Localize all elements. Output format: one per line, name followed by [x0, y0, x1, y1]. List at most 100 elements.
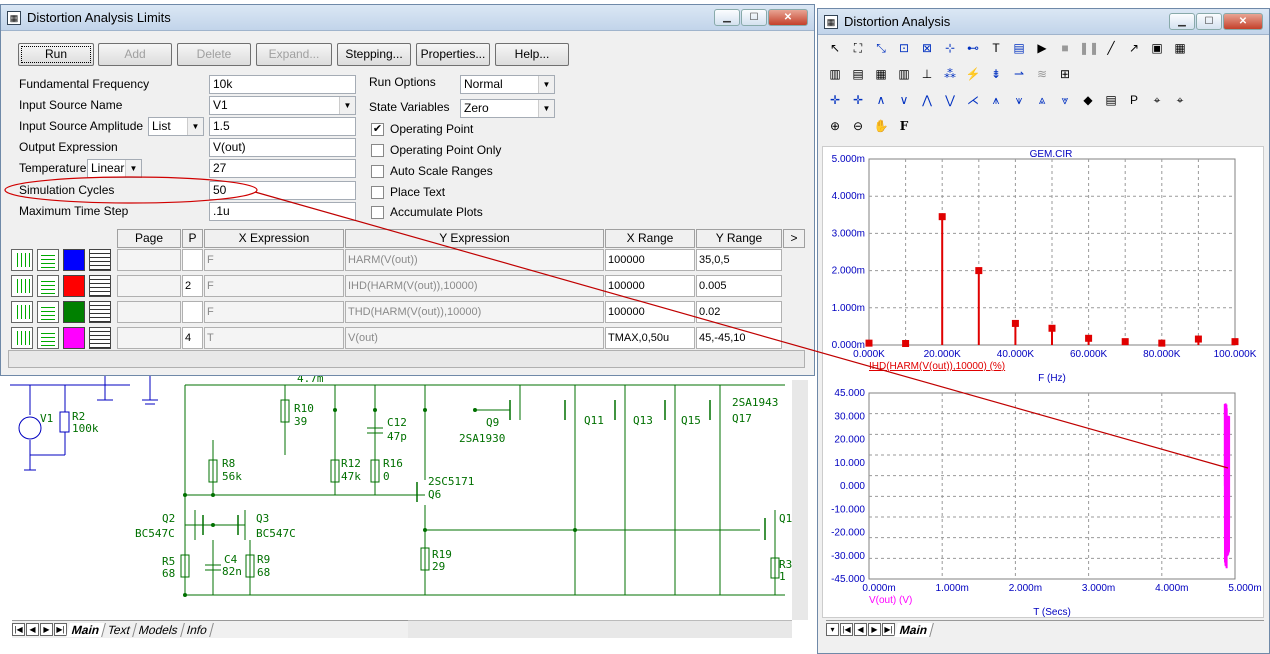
- check-place-text[interactable]: Place Text: [371, 185, 445, 199]
- schematic-horizontal-scrollbar[interactable]: [408, 620, 792, 638]
- line-icon[interactable]: ╱: [1102, 39, 1120, 57]
- p-label-icon[interactable]: P: [1125, 91, 1143, 109]
- vertical-lines-icon[interactable]: [11, 327, 33, 349]
- tag-icon[interactable]: ⊠: [918, 39, 936, 57]
- col-x-expression[interactable]: X Expression: [204, 229, 344, 248]
- limits-titlebar[interactable]: ▦ Distortion Analysis Limits: [1, 5, 814, 31]
- curve-color-swatch[interactable]: [63, 327, 85, 349]
- sim-cycles-field[interactable]: 50: [209, 181, 356, 200]
- global-high-icon[interactable]: ⩚: [987, 91, 1005, 109]
- horizontal-tag-icon[interactable]: ⊷: [964, 39, 982, 57]
- checkbox-icon[interactable]: [371, 164, 384, 178]
- next-sheet-icon[interactable]: ▶: [40, 623, 53, 636]
- output-expr-field[interactable]: V(out): [209, 138, 356, 157]
- col-y-expression[interactable]: Y Expression: [345, 229, 604, 248]
- valley-mode-icon[interactable]: ∨: [895, 91, 913, 109]
- next-sheet-icon[interactable]: ▶: [868, 623, 881, 636]
- cursor-right-icon[interactable]: ✛: [849, 91, 867, 109]
- tab-main[interactable]: Main: [894, 622, 935, 637]
- font-icon[interactable]: F: [895, 117, 913, 135]
- chevron-down-icon[interactable]: ▼: [538, 76, 554, 93]
- horizontal-lines-icon[interactable]: [37, 275, 59, 297]
- grid-icon[interactable]: ▦: [1171, 39, 1189, 57]
- slope-icon[interactable]: ⇀: [1010, 65, 1028, 83]
- curve-color-swatch[interactable]: [63, 249, 85, 271]
- checkbox-icon[interactable]: [371, 185, 384, 199]
- stepping-button[interactable]: Stepping...: [337, 43, 411, 66]
- cell-p[interactable]: 4: [182, 327, 203, 349]
- chevron-down-icon[interactable]: ▼: [125, 160, 141, 177]
- col-page[interactable]: Page: [117, 229, 181, 248]
- input-amp-field[interactable]: 1.5: [209, 117, 356, 136]
- run-icon[interactable]: ▶: [1033, 39, 1051, 57]
- pan-hand-icon[interactable]: ✋: [872, 117, 890, 135]
- cell-page[interactable]: [117, 327, 181, 349]
- global-low-icon[interactable]: ⩛: [1010, 91, 1028, 109]
- minor-grid-icon[interactable]: ▦: [872, 65, 890, 83]
- tab-text[interactable]: Text: [102, 622, 138, 637]
- arrow-line-icon[interactable]: ↗: [1125, 39, 1143, 57]
- check-accumulate[interactable]: Accumulate Plots: [371, 205, 483, 219]
- cell-y-range[interactable]: 35,0,5: [696, 249, 782, 271]
- valley-icon[interactable]: ⇟: [987, 65, 1005, 83]
- input-source-combo[interactable]: V1 ▼: [209, 96, 356, 115]
- cell-x-expression[interactable]: F: [204, 275, 344, 297]
- max-step-field[interactable]: .1u: [209, 202, 356, 221]
- vertical-lines-icon[interactable]: [11, 275, 33, 297]
- zoom-out-icon[interactable]: ⊖: [849, 117, 867, 135]
- chevron-down-icon[interactable]: ▼: [538, 100, 554, 117]
- checkbox-icon[interactable]: [371, 205, 384, 219]
- grid-table-icon[interactable]: [89, 327, 111, 349]
- last-sheet-icon[interactable]: ▶|: [54, 623, 67, 636]
- pause-icon[interactable]: ❚❚: [1079, 39, 1099, 57]
- prev-sheet-icon[interactable]: ◀: [26, 623, 39, 636]
- maximize-button[interactable]: ☐: [1196, 13, 1222, 30]
- tab-main[interactable]: Main: [66, 622, 107, 637]
- bottom-icon[interactable]: ⩔: [1056, 91, 1074, 109]
- ruler-icon[interactable]: ≋: [1033, 65, 1051, 83]
- text-icon[interactable]: T: [987, 39, 1005, 57]
- curve-color-swatch[interactable]: [63, 275, 85, 297]
- vertical-lines-icon[interactable]: [11, 301, 33, 323]
- bold-grid-icon[interactable]: ▥: [895, 65, 913, 83]
- tag-left-icon[interactable]: ⌖: [1148, 91, 1166, 109]
- cell-page[interactable]: [117, 249, 181, 271]
- col-x-range[interactable]: X Range: [605, 229, 695, 248]
- tab-info[interactable]: Info: [181, 622, 214, 637]
- cell-page[interactable]: [117, 301, 181, 323]
- cell-p[interactable]: [182, 249, 203, 271]
- minimize-button[interactable]: ▁: [1169, 13, 1195, 30]
- axis-icon[interactable]: ⊥: [918, 65, 936, 83]
- tokens-icon[interactable]: ⁂: [941, 65, 959, 83]
- vertical-grid-icon[interactable]: ▥: [826, 65, 844, 83]
- plot-area[interactable]: GEM.CIR 5.000m 4.000m 3.000m 2.000m 1.000m 0.…: [822, 146, 1264, 618]
- check-operating-point-only[interactable]: Operating Point Only: [371, 143, 501, 157]
- chevron-down-icon[interactable]: ▼: [187, 118, 203, 135]
- cell-page[interactable]: [117, 275, 181, 297]
- checkbox-icon[interactable]: [371, 143, 384, 157]
- tag-right-icon[interactable]: ⌖: [1171, 91, 1189, 109]
- col-y-range[interactable]: Y Range: [696, 229, 782, 248]
- schematic-canvas[interactable]: V1 R2 100k 4.7m R10 39 C12 47p R12 47k R…: [0, 360, 815, 654]
- grid-table-icon[interactable]: [89, 301, 111, 323]
- add-button[interactable]: Add: [98, 43, 172, 66]
- point-tag-icon[interactable]: ⊹: [941, 39, 959, 57]
- last-sheet-icon[interactable]: ▶|: [882, 623, 895, 636]
- first-sheet-icon[interactable]: |◀: [12, 623, 25, 636]
- cell-y-range[interactable]: 0.02: [696, 301, 782, 323]
- cell-y-expression[interactable]: V(out): [345, 327, 604, 349]
- check-icon[interactable]: ✔: [371, 122, 384, 136]
- cell-p[interactable]: 2: [182, 275, 203, 297]
- cursor-left-icon[interactable]: ✛: [826, 91, 844, 109]
- close-button[interactable]: ✕: [768, 9, 808, 26]
- maximize-button[interactable]: ☐: [741, 9, 767, 26]
- vertical-lines-icon[interactable]: [11, 249, 33, 271]
- prev-sheet-icon[interactable]: ◀: [854, 623, 867, 636]
- select-mode-icon[interactable]: ⛶: [849, 39, 867, 57]
- cell-x-expression[interactable]: T: [204, 327, 344, 349]
- col-scroll-right[interactable]: >: [783, 229, 805, 248]
- col-p[interactable]: P: [182, 229, 203, 248]
- cell-x-range[interactable]: 100000: [605, 301, 695, 323]
- help-button[interactable]: Help...: [495, 43, 569, 66]
- frame-icon[interactable]: ▣: [1148, 39, 1166, 57]
